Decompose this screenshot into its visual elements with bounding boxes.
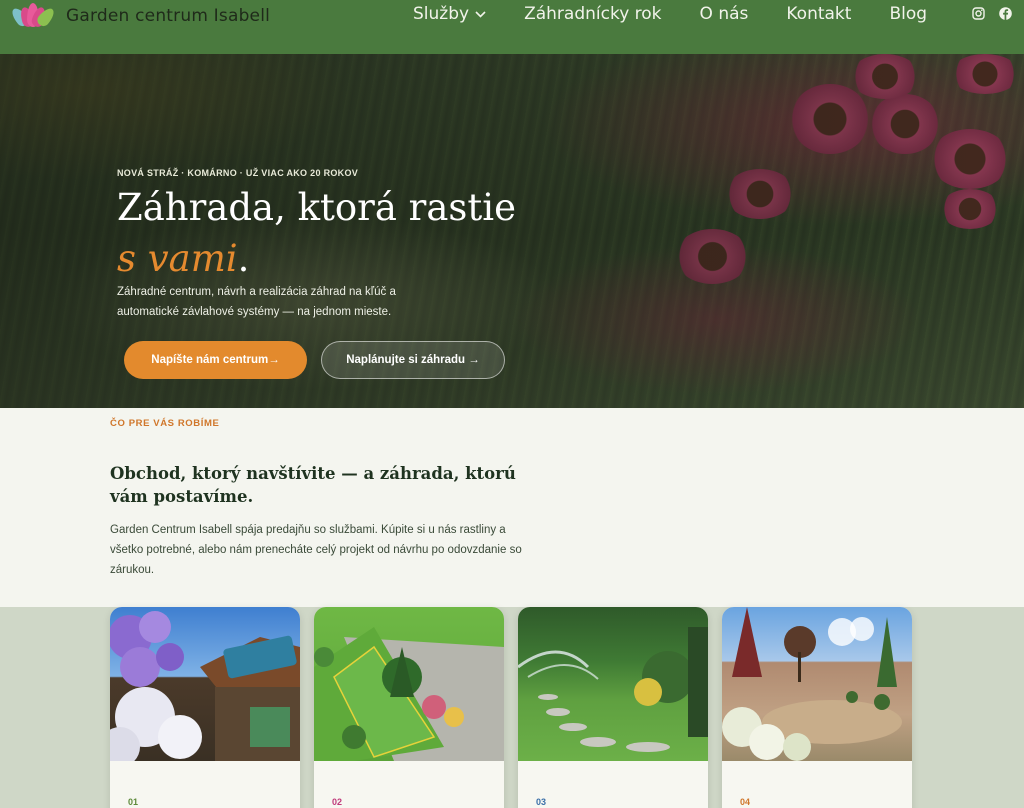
section-title: Obchod, ktorý navštívite — a záhrada, kt… — [110, 464, 516, 506]
service-card-shop[interactable]: 01 — [110, 607, 300, 808]
garden-design-render — [314, 607, 504, 761]
nav-item-label: O nás — [699, 4, 749, 24]
services-cards: 01 02 03 04 — [0, 607, 1024, 808]
lotus-logo-icon — [8, 3, 58, 29]
hero-title: Záhrada, ktorá rastie s vami. — [117, 182, 537, 284]
nav-item-label: Záhradnícky rok — [524, 4, 662, 24]
hero-title-end: . — [237, 237, 250, 280]
garden-shop-photo — [110, 607, 300, 761]
hero-eyebrow: NOVÁ STRÁŽ · KOMÁRNO · UŽ VIAC AKO 20 RO… — [117, 168, 359, 178]
service-card-design[interactable]: 02 — [314, 607, 504, 808]
card-number: 02 — [332, 797, 343, 807]
brand[interactable]: Garden centrum Isabell — [8, 3, 271, 29]
nav-item-kontakt[interactable]: Kontakt — [786, 4, 851, 24]
hero-subtitle: Záhradné centrum, návrh a realizácia záh… — [117, 286, 396, 318]
nav-item-label: Blog — [889, 4, 928, 24]
service-card-realization[interactable]: 04 — [722, 607, 912, 808]
nav-item-label: Služby — [413, 4, 470, 24]
chevron-down-icon — [475, 10, 486, 18]
instagram-icon[interactable] — [972, 7, 985, 20]
irrigation-photo — [518, 607, 708, 761]
nav-item-zahradnicky-rok[interactable]: Záhradnícky rok — [524, 4, 661, 24]
plan-garden-button[interactable]: Naplánujte si záhradu → — [321, 341, 505, 379]
hero-title-accent: s vami — [117, 237, 238, 280]
site-header: Garden centrum Isabell Služby Záhradníck… — [0, 0, 1024, 54]
finished-garden-photo — [722, 607, 912, 761]
social-links — [972, 7, 1012, 20]
nav-item-blog[interactable]: Blog — [889, 4, 927, 24]
section-text: Garden Centrum Isabell spája predajňu so… — [110, 524, 522, 576]
nav-item-sluzby[interactable]: Služby — [413, 4, 486, 24]
facebook-icon[interactable] — [999, 7, 1012, 20]
section-tag: ČO PRE VÁS ROBÍME — [110, 418, 220, 429]
hero-title-main: Záhrada, ktorá rastie — [117, 186, 517, 229]
brand-name: Garden centrum Isabell — [66, 6, 271, 26]
card-number: 04 — [740, 797, 751, 807]
service-card-irrigation[interactable]: 03 — [518, 607, 708, 808]
card-number: 03 — [536, 797, 547, 807]
hero-section: NOVÁ STRÁŽ · KOMÁRNO · UŽ VIAC AKO 20 RO… — [0, 54, 1024, 408]
nav-item-o-nas[interactable]: O nás — [700, 4, 749, 24]
main-nav: Služby Záhradnícky rok O nás Kontakt Blo… — [413, 4, 965, 24]
contact-centre-button[interactable]: Napíšte nám centrum→ — [124, 341, 307, 379]
services-intro-section: ČO PRE VÁS ROBÍME Obchod, ktorý navštívi… — [0, 408, 1024, 607]
card-number: 01 — [128, 797, 139, 807]
nav-item-label: Kontakt — [786, 4, 852, 24]
